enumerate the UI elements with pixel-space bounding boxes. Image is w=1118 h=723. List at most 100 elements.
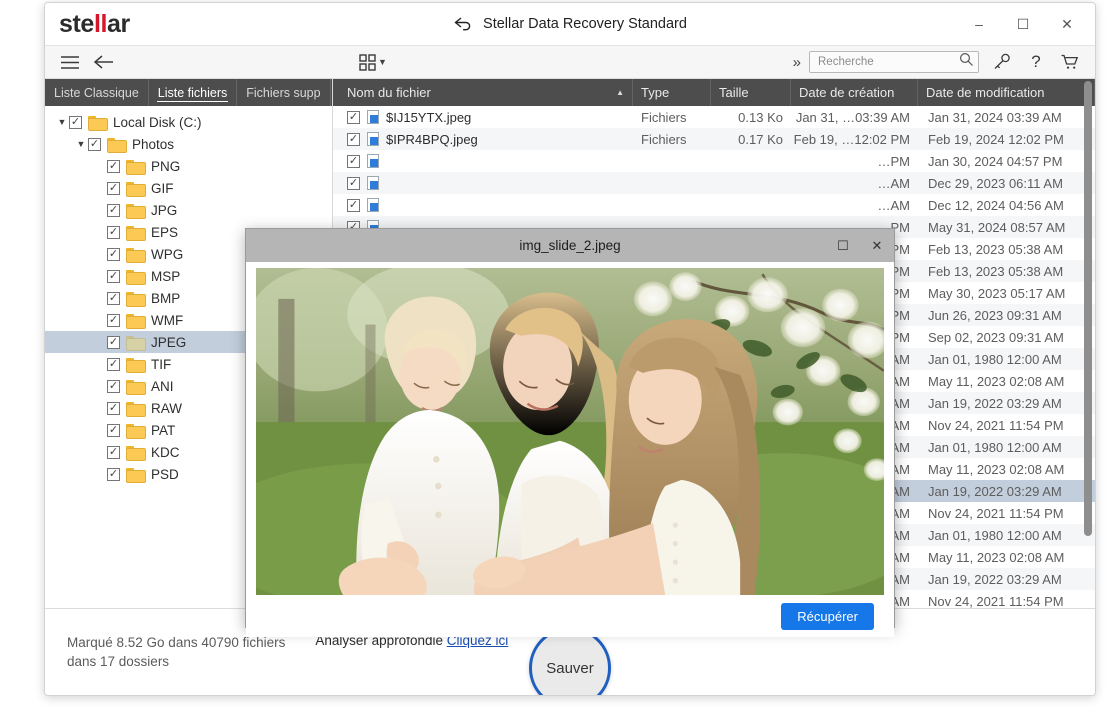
tree-checkbox[interactable]: ✓ [107,401,120,415]
tree-checkbox[interactable]: ✓ [107,445,120,459]
search-icon[interactable] [959,52,974,72]
cell-date-modified: Feb 19, 2024 12:02 PM [928,131,1064,147]
cell-date-modified: Nov 24, 2021 11:54 PM [928,505,1064,521]
tab-liste-classique[interactable]: Liste Classique [45,79,149,106]
tree-checkbox[interactable]: ✓ [107,225,120,239]
column-header-type[interactable]: Type [633,79,711,106]
tree-checkbox[interactable]: ✓ [107,357,120,371]
cell-date-created: Feb 19, …12:02 PM [793,131,910,147]
cell-file-type: Fichiers [641,109,687,125]
column-header-size[interactable]: Taille [711,79,791,106]
tree-checkbox[interactable]: ✓ [107,379,120,393]
cell-date-modified: Jan 01, 1980 12:00 AM [928,527,1062,543]
tree-item-png[interactable]: ✓ PNG [45,155,332,177]
image-file-icon [367,176,379,190]
tab-liste-fichiers[interactable]: Liste fichiers [149,79,238,106]
tree-checkbox[interactable]: ✓ [107,467,120,481]
table-row[interactable]: ✓ …AM Dec 29, 2023 06:11 AM [333,172,1095,194]
dialog-maximize-button[interactable]: ☐ [826,229,860,262]
row-checkbox[interactable]: ✓ [347,154,360,168]
save-button[interactable]: Sauver [529,627,611,695]
dialog-footer: Récupérer [256,595,884,638]
tree-checkbox[interactable]: ✓ [107,423,120,437]
expand-arrow-icon[interactable]: ▼ [74,139,88,149]
tree-checkbox[interactable]: ✓ [107,181,120,195]
tree-checkbox[interactable]: ✓ [107,291,120,305]
dialog-title-bar: img_slide_2.jpeg ☐ ✕ [246,229,894,262]
tree-checkbox[interactable]: ✓ [107,335,120,349]
cell-date-created: …AM [877,175,911,191]
maximize-button[interactable]: ☐ [1001,5,1045,43]
folder-icon [107,137,127,153]
row-checkbox[interactable]: ✓ [347,198,360,212]
tree-item-local-disk-c[interactable]: ▼ ✓ Local Disk (C:) [45,111,332,133]
tree-item-photos[interactable]: ▼ ✓ Photos [45,133,332,155]
image-preview-dialog: img_slide_2.jpeg ☐ ✕ Récupérer [245,228,895,638]
close-button[interactable]: ✕ [1045,5,1089,43]
folder-icon [126,357,146,373]
expand-arrow-icon[interactable]: ▼ [55,117,69,127]
tree-checkbox[interactable]: ✓ [107,269,120,283]
table-row[interactable]: ✓ $IPR4BPQ.jpeg Fichiers 0.17 Ko Feb 19, …12… [333,128,1095,150]
help-icon[interactable]: ? [1019,48,1053,76]
recover-button[interactable]: Récupérer [781,602,874,630]
tree-checkbox[interactable]: ✓ [69,115,82,129]
brand-text-post: ar [107,9,130,38]
cell-date-modified: May 11, 2023 02:08 AM [928,373,1065,389]
cell-file-name: ✓ [333,198,633,212]
folder-icon [126,203,146,219]
file-list-header: Nom du fichier ▲ Type Taille Date de cré… [333,79,1095,106]
cell-file-name: ✓ $IJ15YTX.jpeg [333,110,633,125]
cell-date-modified: Jan 30, 2024 04:57 PM [928,153,1063,169]
file-name-label: $IPR4BPQ.jpeg [386,131,478,147]
tab-fichiers-supp[interactable]: Fichiers supp [237,79,331,106]
row-checkbox[interactable]: ✓ [347,110,360,124]
window-title: Stellar Data Recovery Standard [483,16,687,32]
hamburger-icon[interactable] [53,48,87,76]
cell-date-created: …AM [877,197,911,213]
key-icon[interactable] [985,48,1019,76]
scrollbar-thumb[interactable] [1084,81,1092,536]
table-row[interactable]: ✓ …PM Jan 30, 2024 04:57 PM [333,150,1095,172]
cart-icon[interactable] [1053,48,1087,76]
search-input[interactable] [816,55,959,69]
folder-icon [126,445,146,461]
tree-checkbox[interactable]: ✓ [107,203,120,217]
row-checkbox[interactable]: ✓ [347,132,360,146]
back-arrow-icon[interactable] [87,48,121,76]
cell-file-size: 0.13 Ko [738,109,783,125]
folder-icon [126,159,146,175]
row-checkbox[interactable]: ✓ [347,176,360,190]
tree-item-jpg[interactable]: ✓ JPG [45,199,332,221]
search-box[interactable] [809,51,979,73]
cell-date-created: Jan 31, …03:39 AM [795,109,910,125]
tree-item-gif[interactable]: ✓ GIF [45,177,332,199]
cell-date-modified: Sep 02, 2023 09:31 AM [928,329,1064,345]
cell-date-modified: Feb 13, 2023 05:38 AM [928,241,1064,257]
dialog-close-button[interactable]: ✕ [860,229,894,262]
view-tabs: Liste Classique Liste fichiers Fichiers su… [45,79,332,106]
image-file-icon [367,132,379,146]
file-list-scrollbar[interactable] [1082,79,1093,608]
tree-checkbox[interactable]: ✓ [88,137,101,151]
tree-checkbox[interactable]: ✓ [107,159,120,173]
tree-checkbox[interactable]: ✓ [107,247,120,261]
cell-date-modified: Jan 19, 2022 03:29 AM [928,395,1062,411]
column-header-date-created[interactable]: Date de création [791,79,918,106]
overflow-chevrons-icon[interactable]: » [785,54,809,71]
window-title-group: Stellar Data Recovery Standard [45,16,1095,32]
main-content: Liste Classique Liste fichiers Fichiers su… [45,79,1095,638]
folder-icon [126,247,146,263]
column-header-date-modified[interactable]: Date de modification [918,79,1095,106]
column-header-name[interactable]: Nom du fichier ▲ [333,79,633,106]
cell-date-modified: Jan 01, 1980 12:00 AM [928,439,1062,455]
dialog-title: img_slide_2.jpeg [519,238,621,253]
tree-checkbox[interactable]: ✓ [107,313,120,327]
tree-item-label: JPEG [151,334,187,350]
dialog-controls: ☐ ✕ [826,229,894,262]
tree-item-label: Local Disk (C:) [113,114,202,130]
minimize-button[interactable]: – [957,5,1001,43]
table-row[interactable]: ✓ $IJ15YTX.jpeg Fichiers 0.13 Ko Jan 31, …03… [333,106,1095,128]
table-row[interactable]: ✓ …AM Dec 12, 2024 04:56 AM [333,194,1095,216]
grid-view-icon[interactable]: ▼ [359,53,387,71]
